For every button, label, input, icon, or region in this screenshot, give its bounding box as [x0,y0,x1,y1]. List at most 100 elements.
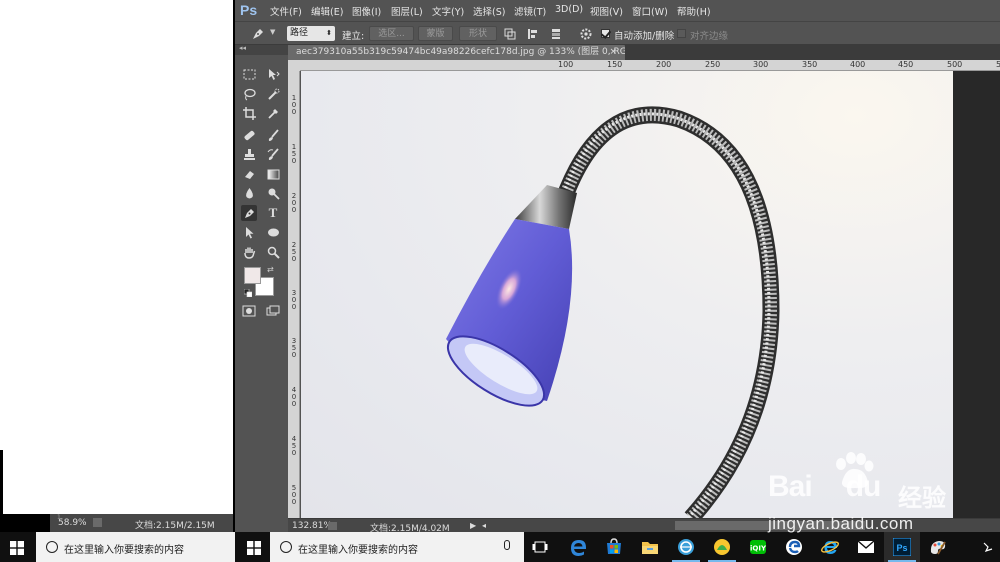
hand-tool-icon[interactable] [241,244,257,260]
browser-icon[interactable] [668,532,704,562]
path-alignment-icon[interactable] [526,27,540,41]
align-edges-checkbox[interactable] [677,29,686,38]
menu-image[interactable]: 图像(I) [352,4,381,18]
ruler-label: 4 5 0 [291,435,297,457]
lasso-tool-icon[interactable] [241,86,257,102]
zoom-readout[interactable]: 132.81% [292,521,332,531]
ruler-origin[interactable] [288,60,300,71]
screen-mode-icon[interactable] [265,303,281,319]
menu-edit[interactable]: 编辑(E) [311,4,343,18]
play-arrow-icon[interactable]: ▶ [470,521,476,530]
taskbar-search[interactable]: 在这里输入你要搜索的内容 [270,532,524,562]
gradient-tool-icon[interactable] [265,166,281,182]
search-placeholder: 在这里输入你要搜索的内容 [298,545,418,556]
auto-add-delete-checkbox[interactable] [601,29,610,38]
pen-tool-preset-icon[interactable] [251,27,265,41]
iqiyi-icon[interactable]: iQIY [740,532,776,562]
windows-start-icon[interactable] [247,541,261,555]
zoom-tool-icon[interactable] [265,244,281,260]
make-shape-button[interactable]: 形状 [459,26,497,41]
collapse-icon[interactable]: ◂◂ [239,44,246,52]
document-tab[interactable]: aec379310a55b319c59474bc49a98226cefc178d… [288,45,625,60]
blur-tool-icon[interactable] [241,185,257,201]
pasteboard-right [953,71,1000,518]
menu-type[interactable]: 文字(Y) [432,4,464,18]
ruler-label: 150 [607,60,623,69]
marquee-tool-icon[interactable] [241,66,257,82]
menu-layer[interactable]: 图层(L) [391,4,423,18]
app-icon[interactable] [704,532,740,562]
menu-file[interactable]: 文件(F) [270,4,302,18]
eraser-tool-icon[interactable] [241,166,257,182]
cortana-icon [46,541,58,553]
path-selection-tool-icon[interactable] [241,224,257,240]
app-icon-2[interactable] [776,532,812,562]
crop-tool-icon[interactable] [241,105,257,121]
explorer-icon[interactable] [632,532,668,562]
left-zoom-readout[interactable]: 58.9% [58,518,87,528]
make-selection-button[interactable]: 选区... [369,26,414,41]
ruler-label: 3 0 0 [291,289,297,311]
ruler-label: 4 0 0 [291,386,297,408]
photoshop-window: Ps 文件(F) 编辑(E) 图像(I) 图层(L) 文字(Y) 选择(S) 滤… [235,0,1000,534]
paint-icon[interactable] [920,532,956,562]
store-icon[interactable] [596,532,632,562]
ruler-label: 450 [898,60,914,69]
menu-select[interactable]: 选择(S) [473,4,505,18]
menu-window[interactable]: 窗口(W) [632,4,668,18]
tools-panel-header[interactable]: ◂◂ [235,44,288,55]
left-status-menu-icon[interactable] [93,518,102,527]
left-doc-info: 文档:2.15M/2.15M [135,521,215,531]
horizontal-ruler[interactable]: 100 150 200 250 300 350 400 450 500 550 [300,60,1000,71]
preset-caret-icon[interactable]: ▼ [270,28,275,36]
default-colors-icon[interactable] [244,289,252,297]
gear-icon[interactable] [579,27,593,41]
brush-tool-icon[interactable] [265,127,281,143]
eyedropper-tool-icon[interactable] [265,105,281,121]
menu-filter[interactable]: 滤镜(T) [514,4,546,18]
auto-add-delete-label: 自动添加/删除 [614,31,675,42]
ruler-label: 1 0 0 [291,94,297,116]
close-tab-icon[interactable]: × [609,45,617,60]
swap-colors-icon[interactable]: ⇄ [267,265,274,274]
left-canvas [0,0,233,265]
quick-mask-icon[interactable] [241,303,257,319]
windows-start-icon[interactable] [10,541,24,555]
move-tool-icon[interactable] [265,66,281,82]
quick-selection-tool-icon[interactable] [265,86,281,102]
left-ruler-tick: 1 [57,514,61,521]
ellipse-tool-icon[interactable] [265,224,281,240]
task-view-icon[interactable] [522,532,558,562]
vertical-ruler[interactable]: 1 0 0 1 5 0 2 0 0 2 5 0 3 0 0 3 5 0 4 0 … [288,71,300,518]
path-operations-icon[interactable] [503,27,517,41]
document-canvas[interactable] [301,71,953,518]
options-bar: ▼ 路径 ⬍ 建立: 选区... 蒙版 形状 自动添加/删除 对齐边缘 [235,21,1000,45]
dodge-tool-icon[interactable] [265,185,281,201]
svg-text:iQIY: iQIY [750,545,767,553]
microphone-icon[interactable] [504,540,510,550]
path-arrangement-icon[interactable] [549,27,563,41]
menu-view[interactable]: 视图(V) [590,4,623,18]
menu-help[interactable]: 帮助(H) [677,4,711,18]
scroll-left-icon[interactable]: ◂ [482,521,486,530]
clone-stamp-tool-icon[interactable] [241,146,257,162]
ie-icon[interactable] [812,532,848,562]
type-tool-icon[interactable]: T [265,205,281,221]
healing-brush-tool-icon[interactable] [241,127,257,143]
build-label: 建立: [342,31,365,42]
ruler-label: 2 0 0 [291,192,297,214]
canvas-area[interactable] [301,71,1000,518]
ruler-label: 2 5 0 [291,241,297,263]
make-mask-button[interactable]: 蒙版 [418,26,453,41]
status-menu-icon[interactable] [328,522,337,530]
left-taskbar-search[interactable]: 在这里输入你要搜索的内容 [36,532,235,562]
mail-icon[interactable] [848,532,884,562]
show-desktop-icon[interactable] [975,532,1000,562]
pen-tool-icon[interactable] [241,205,257,221]
edge-icon[interactable] [560,532,596,562]
history-brush-tool-icon[interactable] [265,146,281,162]
foreground-color-swatch-front[interactable] [244,267,261,284]
tool-mode-select[interactable]: 路径 ⬍ [287,26,335,41]
menu-3d[interactable]: 3D(D) [555,4,583,15]
photoshop-icon[interactable]: Ps [884,532,920,562]
